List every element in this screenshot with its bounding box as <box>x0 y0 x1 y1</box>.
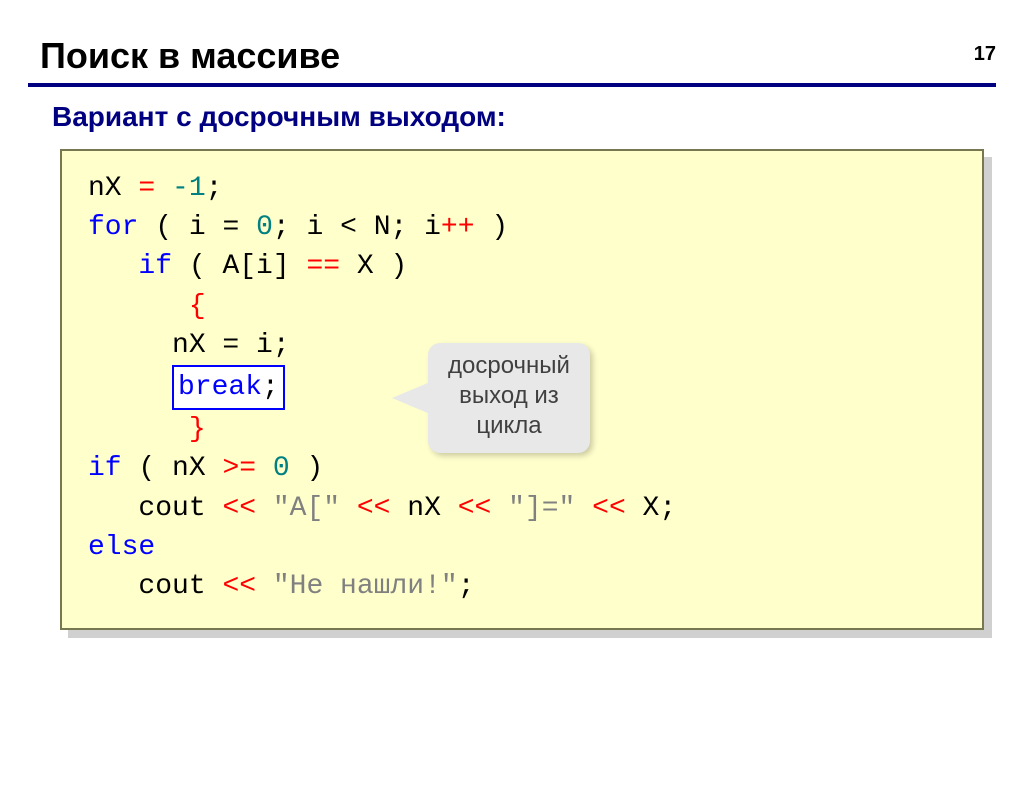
code-line-9: cout << "A[" << nX << "]=" << X; <box>88 489 956 528</box>
code-line-1: nX = -1; <box>88 169 956 208</box>
annotation-callout: досрочный выход из цикла <box>392 343 590 453</box>
annotation-line-3: цикла <box>448 411 570 441</box>
speech-bubble: досрочный выход из цикла <box>428 343 590 453</box>
code-line-4: { <box>88 287 956 326</box>
page-number: 17 <box>974 43 996 66</box>
annotation-line-2: выход из <box>448 381 570 411</box>
code-line-10: else <box>88 528 956 567</box>
speech-tail <box>392 382 430 414</box>
code-line-2: for ( i = 0; i < N; i++ ) <box>88 208 956 247</box>
code-line-8: if ( nX >= 0 ) <box>88 449 956 488</box>
code-line-11: cout << "Не нашли!"; <box>88 567 956 606</box>
code-line-3: if ( A[i] == X ) <box>88 247 956 286</box>
subtitle: Вариант с досрочным выходом: <box>52 101 1024 133</box>
annotation-line-1: досрочный <box>448 351 570 381</box>
code-container: nX = -1; for ( i = 0; i < N; i++ ) if ( … <box>60 149 984 630</box>
title-underline <box>28 83 996 87</box>
code-block: nX = -1; for ( i = 0; i < N; i++ ) if ( … <box>60 149 984 630</box>
slide-title: Поиск в массиве <box>40 35 1024 77</box>
break-highlight: break; <box>172 365 285 410</box>
